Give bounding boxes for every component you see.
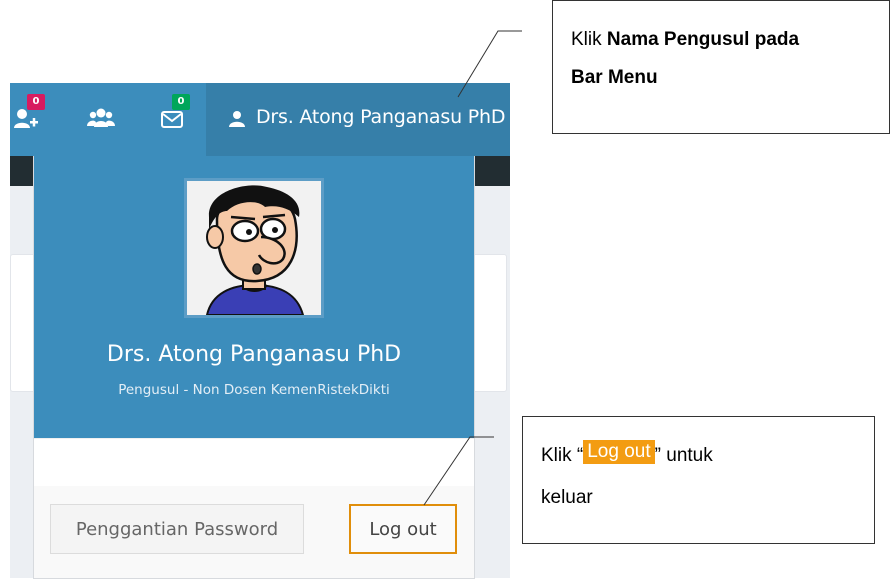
cartoon-face-avatar [187,181,321,315]
dropdown-user-name: Drs. Atong Panganasu PhD [106,342,402,367]
instruction-callout-bottom: Klik “Log out” untuk keluar [522,416,875,544]
user-header: Drs. Atong Panganasu PhD Pengusul - Non … [34,156,474,438]
group-menu[interactable] [87,106,115,132]
add-user-notification[interactable]: 0 [13,94,45,132]
callout-top-prefix: Klik [571,29,607,50]
users-icon [87,108,115,127]
dropdown-user-role: Pengusul - Non Dosen KemenRistekDikti [118,382,390,398]
top-navbar: 0 0 Drs. Atong Panganasu PhD [10,83,510,156]
callout-top-bold-1: Nama Pengusul pada [606,29,800,50]
logout-button[interactable]: Log out [349,504,457,554]
user-account-menu[interactable]: Drs. Atong Panganasu PhD [206,83,510,156]
instruction-callout-top: Klik Nama Pengusul pada Bar Menu [552,0,890,134]
callout-bottom-line2: keluar [541,487,593,508]
messages-notification[interactable]: 0 [160,94,190,132]
dropdown-footer: Penggantian Password Log out [34,486,474,578]
logout-highlight-chip: Log out [583,440,655,464]
add-user-count-badge: 0 [27,94,45,110]
mail-count-badge: 0 [172,94,190,110]
user-dropdown-menu: Drs. Atong Panganasu PhD Pengusul - Non … [33,156,475,579]
user-icon [229,111,245,127]
callout-bottom-prefix: Klik “ [541,445,584,466]
callout-bottom-suffix: ” untuk [654,445,713,466]
navbar-user-name: Drs. Atong Panganasu PhD [256,106,506,128]
dropdown-body [34,438,474,486]
avatar [184,178,324,318]
callout-top-bold-2: Bar Menu [571,67,658,88]
change-password-button[interactable]: Penggantian Password [50,504,304,554]
